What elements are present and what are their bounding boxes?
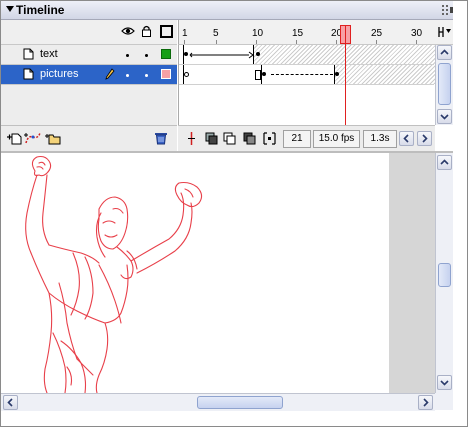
layer-row-text[interactable]: text [1, 45, 177, 65]
onion-skin-icon[interactable] [204, 131, 219, 146]
lock-dot[interactable] [145, 54, 148, 57]
chevron-left-icon [7, 398, 13, 407]
scroll-up-button[interactable] [437, 155, 452, 170]
frames-row-text[interactable] [179, 45, 435, 65]
figure-drawing[interactable] [1, 153, 389, 393]
timeline-status-bar: 21 15.0 fps 1.3s [178, 125, 435, 151]
stage-canvas[interactable] [1, 153, 435, 393]
outline-icon[interactable] [160, 25, 173, 38]
ruler-label: 1 [182, 28, 188, 39]
trash-icon[interactable] [154, 131, 168, 145]
broken-tween-line [271, 74, 333, 75]
frame-ruler[interactable]: 1 5 10 15 20 25 30 [178, 20, 434, 45]
visibility-dot[interactable] [126, 74, 129, 77]
ruler-label: 10 [252, 28, 264, 39]
current-frame-field: 21 [283, 130, 311, 148]
layer-row-pictures[interactable]: pictures [1, 65, 177, 85]
center-frame-icon[interactable] [184, 131, 199, 146]
elapsed-time-field: 1.3s [363, 130, 397, 148]
layer-name-text: text [40, 48, 58, 60]
panel-title: Timeline [16, 3, 65, 17]
lock-icon[interactable] [142, 25, 151, 37]
ruler-label: 5 [213, 28, 219, 39]
frame-grid[interactable] [178, 45, 435, 125]
timeline-vertical-scrollbar[interactable] [435, 45, 454, 125]
scroll-right-button[interactable] [417, 131, 432, 146]
add-motion-guide-icon[interactable] [24, 131, 42, 145]
frames-row-pictures[interactable] [179, 65, 435, 85]
timeline-window: Timeline text pictures 1 5 10 15 20 25 3… [0, 0, 468, 427]
window-edge [453, 1, 467, 426]
ruler-label: 15 [292, 28, 304, 39]
panel-titlebar[interactable]: Timeline [1, 1, 459, 20]
chevron-up-icon [440, 49, 449, 55]
ruler-label: 30 [411, 28, 423, 39]
chevron-right-icon [422, 134, 428, 143]
layer-page-icon [23, 68, 34, 80]
frame-view-menu-icon[interactable] [438, 26, 452, 38]
chevron-down-icon [440, 380, 449, 386]
stage-vertical-scrollbar[interactable] [435, 153, 454, 393]
eye-icon[interactable] [121, 26, 135, 36]
tween-arrow [189, 51, 253, 59]
collapse-arrow-icon[interactable] [6, 6, 14, 12]
scroll-left-button[interactable] [399, 131, 414, 146]
chevron-left-icon [403, 134, 409, 143]
insert-layer-icon[interactable] [7, 131, 23, 145]
scroll-down-button[interactable] [437, 109, 452, 124]
scroll-thumb[interactable] [438, 63, 451, 105]
layer-page-icon [23, 48, 34, 60]
scroll-right-button[interactable] [418, 395, 433, 410]
scrollbar-corner [435, 393, 453, 410]
pencil-icon [105, 68, 115, 80]
scroll-thumb[interactable] [438, 263, 451, 287]
outline-color-swatch[interactable] [161, 49, 171, 59]
chevron-down-icon [440, 114, 449, 120]
layer-header [1, 20, 177, 45]
ruler-label: 25 [371, 28, 383, 39]
scroll-down-button[interactable] [437, 375, 452, 390]
edit-multiple-frames-icon[interactable] [242, 131, 257, 146]
outline-color-swatch[interactable] [161, 69, 171, 79]
pasteboard [389, 153, 435, 393]
onion-skin-outlines-icon[interactable] [222, 131, 237, 146]
scroll-thumb[interactable] [197, 396, 283, 409]
stage-horizontal-scrollbar[interactable] [1, 393, 435, 411]
scroll-left-button[interactable] [3, 395, 18, 410]
chevron-up-icon [440, 159, 449, 165]
chevron-right-icon [423, 398, 429, 407]
layer-name-pictures: pictures [40, 68, 79, 80]
layer-toolbar [1, 125, 177, 151]
visibility-dot[interactable] [126, 54, 129, 57]
layer-list-empty [1, 85, 177, 125]
modify-onion-markers-icon[interactable] [262, 131, 277, 146]
lock-dot[interactable] [145, 74, 148, 77]
frame-rate-field[interactable]: 15.0 fps [313, 130, 360, 148]
scroll-up-button[interactable] [437, 45, 452, 60]
insert-folder-icon[interactable] [45, 131, 61, 145]
